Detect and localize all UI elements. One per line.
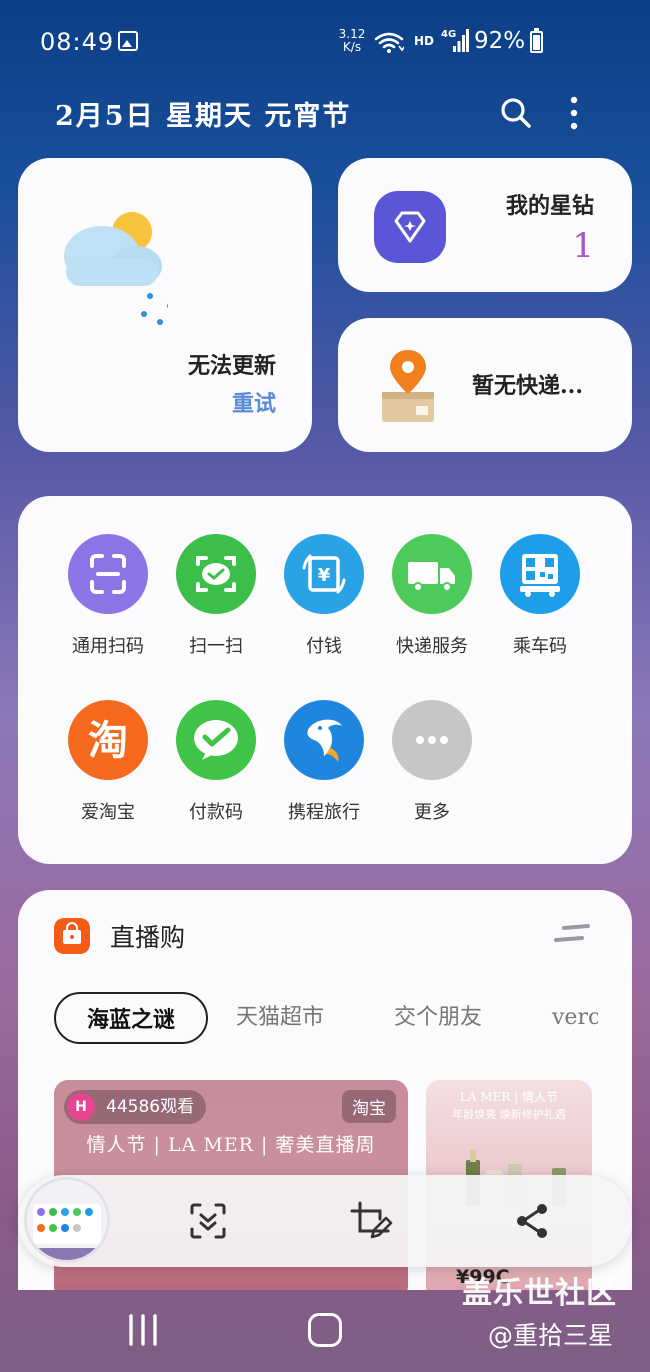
recent-apps-icon[interactable] xyxy=(126,1314,160,1346)
app-label: 爱淘宝 xyxy=(81,802,135,823)
diamond-count: 1 xyxy=(572,226,594,266)
home-button-icon[interactable] xyxy=(308,1313,342,1347)
app-taobao[interactable]: 淘 爱淘宝 xyxy=(54,700,162,824)
share-icon[interactable] xyxy=(508,1197,556,1245)
tab-make-friends[interactable]: 交个朋友 xyxy=(394,992,482,1044)
more-dots-icon xyxy=(392,700,472,780)
search-icon[interactable] xyxy=(498,95,534,131)
scan-icon xyxy=(68,534,148,614)
net-speed: 3.12 K/s xyxy=(334,28,370,54)
screenshot-preview-thumbnail[interactable] xyxy=(24,1177,110,1263)
scroll-capture-icon[interactable] xyxy=(184,1197,232,1245)
diamond-card[interactable]: 我的星钻 1 xyxy=(338,158,632,292)
more-options-icon[interactable] xyxy=(563,95,585,131)
wifi-icon xyxy=(374,32,404,53)
battery-icon xyxy=(530,28,543,53)
app-ctrip[interactable]: 携程旅行 xyxy=(270,700,378,824)
viewer-logo: H xyxy=(67,1093,95,1121)
wechat-scan-icon xyxy=(176,534,256,614)
app-label: 更多 xyxy=(414,802,450,823)
diamond-label: 我的星钻 xyxy=(505,193,594,219)
signal-4g-icon: 4G xyxy=(441,29,469,52)
weather-status: 无法更新 xyxy=(187,353,276,379)
app-label: 付款码 xyxy=(189,802,243,823)
app-bus-code[interactable]: 乘车码 xyxy=(486,534,594,658)
thumb2-brand: LA MER | 情人节 xyxy=(459,1090,559,1104)
package-location-icon xyxy=(382,350,434,422)
weather-card[interactable]: 无法更新 重试 xyxy=(18,158,312,452)
app-universal-scan[interactable]: 通用扫码 xyxy=(54,534,162,658)
network-type: 4G xyxy=(441,29,456,40)
live-tabs: 海蓝之谜 天猫超市 交个朋友 verc xyxy=(18,890,598,1050)
express-card[interactable]: 暂无快递... xyxy=(338,318,632,452)
tab-lamer[interactable]: 海蓝之谜 xyxy=(54,992,208,1044)
watermark-handle: @重拾三星 xyxy=(488,1321,614,1350)
hd-voice-indicator: HD xyxy=(414,34,435,48)
diamond-badge-icon xyxy=(374,191,446,263)
app-wechat-scan[interactable]: 扫一扫 xyxy=(162,534,270,658)
date-header: 2月5日 星期天 元宵节 xyxy=(55,101,352,132)
tab-verc[interactable]: verc xyxy=(552,992,598,1044)
thumb2-subtitle: 年龄焕亮 焕新修护礼遇 xyxy=(452,1108,566,1121)
ctrip-dolphin-icon xyxy=(284,700,364,780)
svg-text:淘: 淘 xyxy=(88,718,128,764)
app-payment-code[interactable]: 付款码 xyxy=(162,700,270,824)
app-pay[interactable]: ¥ 付钱 xyxy=(270,534,378,658)
weather-cloud-sun-icon xyxy=(64,212,168,325)
taobao-icon: 淘 xyxy=(68,700,148,780)
app-express-service[interactable]: 快递服务 xyxy=(378,534,486,658)
watermark-title: 盖乐世社区 xyxy=(462,1276,617,1311)
status-time: 08:49 xyxy=(40,28,115,56)
app-label: 乘车码 xyxy=(513,636,567,657)
screenshot-toolbar xyxy=(18,1175,632,1267)
gallery-notification-icon xyxy=(118,31,138,51)
quick-apps-card: 通用扫码 扫一扫 ¥ 付钱 快递服务 乘车码 淘 爱淘宝 付款码 携程旅行 更多 xyxy=(18,496,632,864)
weather-retry-link[interactable]: 重试 xyxy=(232,386,276,418)
tab-tmall-supermarket[interactable]: 天猫超市 xyxy=(236,992,324,1044)
app-label: 通用扫码 xyxy=(72,636,144,657)
app-label: 付钱 xyxy=(306,636,342,657)
bus-qr-icon xyxy=(500,534,580,614)
yuan-pay-icon: ¥ xyxy=(284,534,364,614)
platform-tag: 淘宝 xyxy=(342,1090,396,1123)
app-label: 携程旅行 xyxy=(288,802,360,823)
truck-icon xyxy=(392,534,472,614)
stream-banner: 情人节 | LA MER | 奢美直播周 xyxy=(86,1134,376,1156)
status-bar: 08:49 3.12 K/s HD 4G 92% xyxy=(0,0,650,80)
app-more[interactable]: 更多 xyxy=(378,700,486,824)
svg-text:¥: ¥ xyxy=(318,565,331,586)
wechat-pay-icon xyxy=(176,700,256,780)
viewer-count-badge: H 44586观看 xyxy=(64,1090,207,1124)
battery-percent: 92% xyxy=(474,28,526,54)
viewer-count: 44586观看 xyxy=(106,1097,195,1117)
crop-edit-icon[interactable] xyxy=(346,1197,394,1245)
app-label: 快递服务 xyxy=(396,636,468,657)
app-label: 扫一扫 xyxy=(189,636,243,657)
net-speed-unit: K/s xyxy=(342,40,362,54)
express-status: 暂无快递... xyxy=(472,373,583,399)
